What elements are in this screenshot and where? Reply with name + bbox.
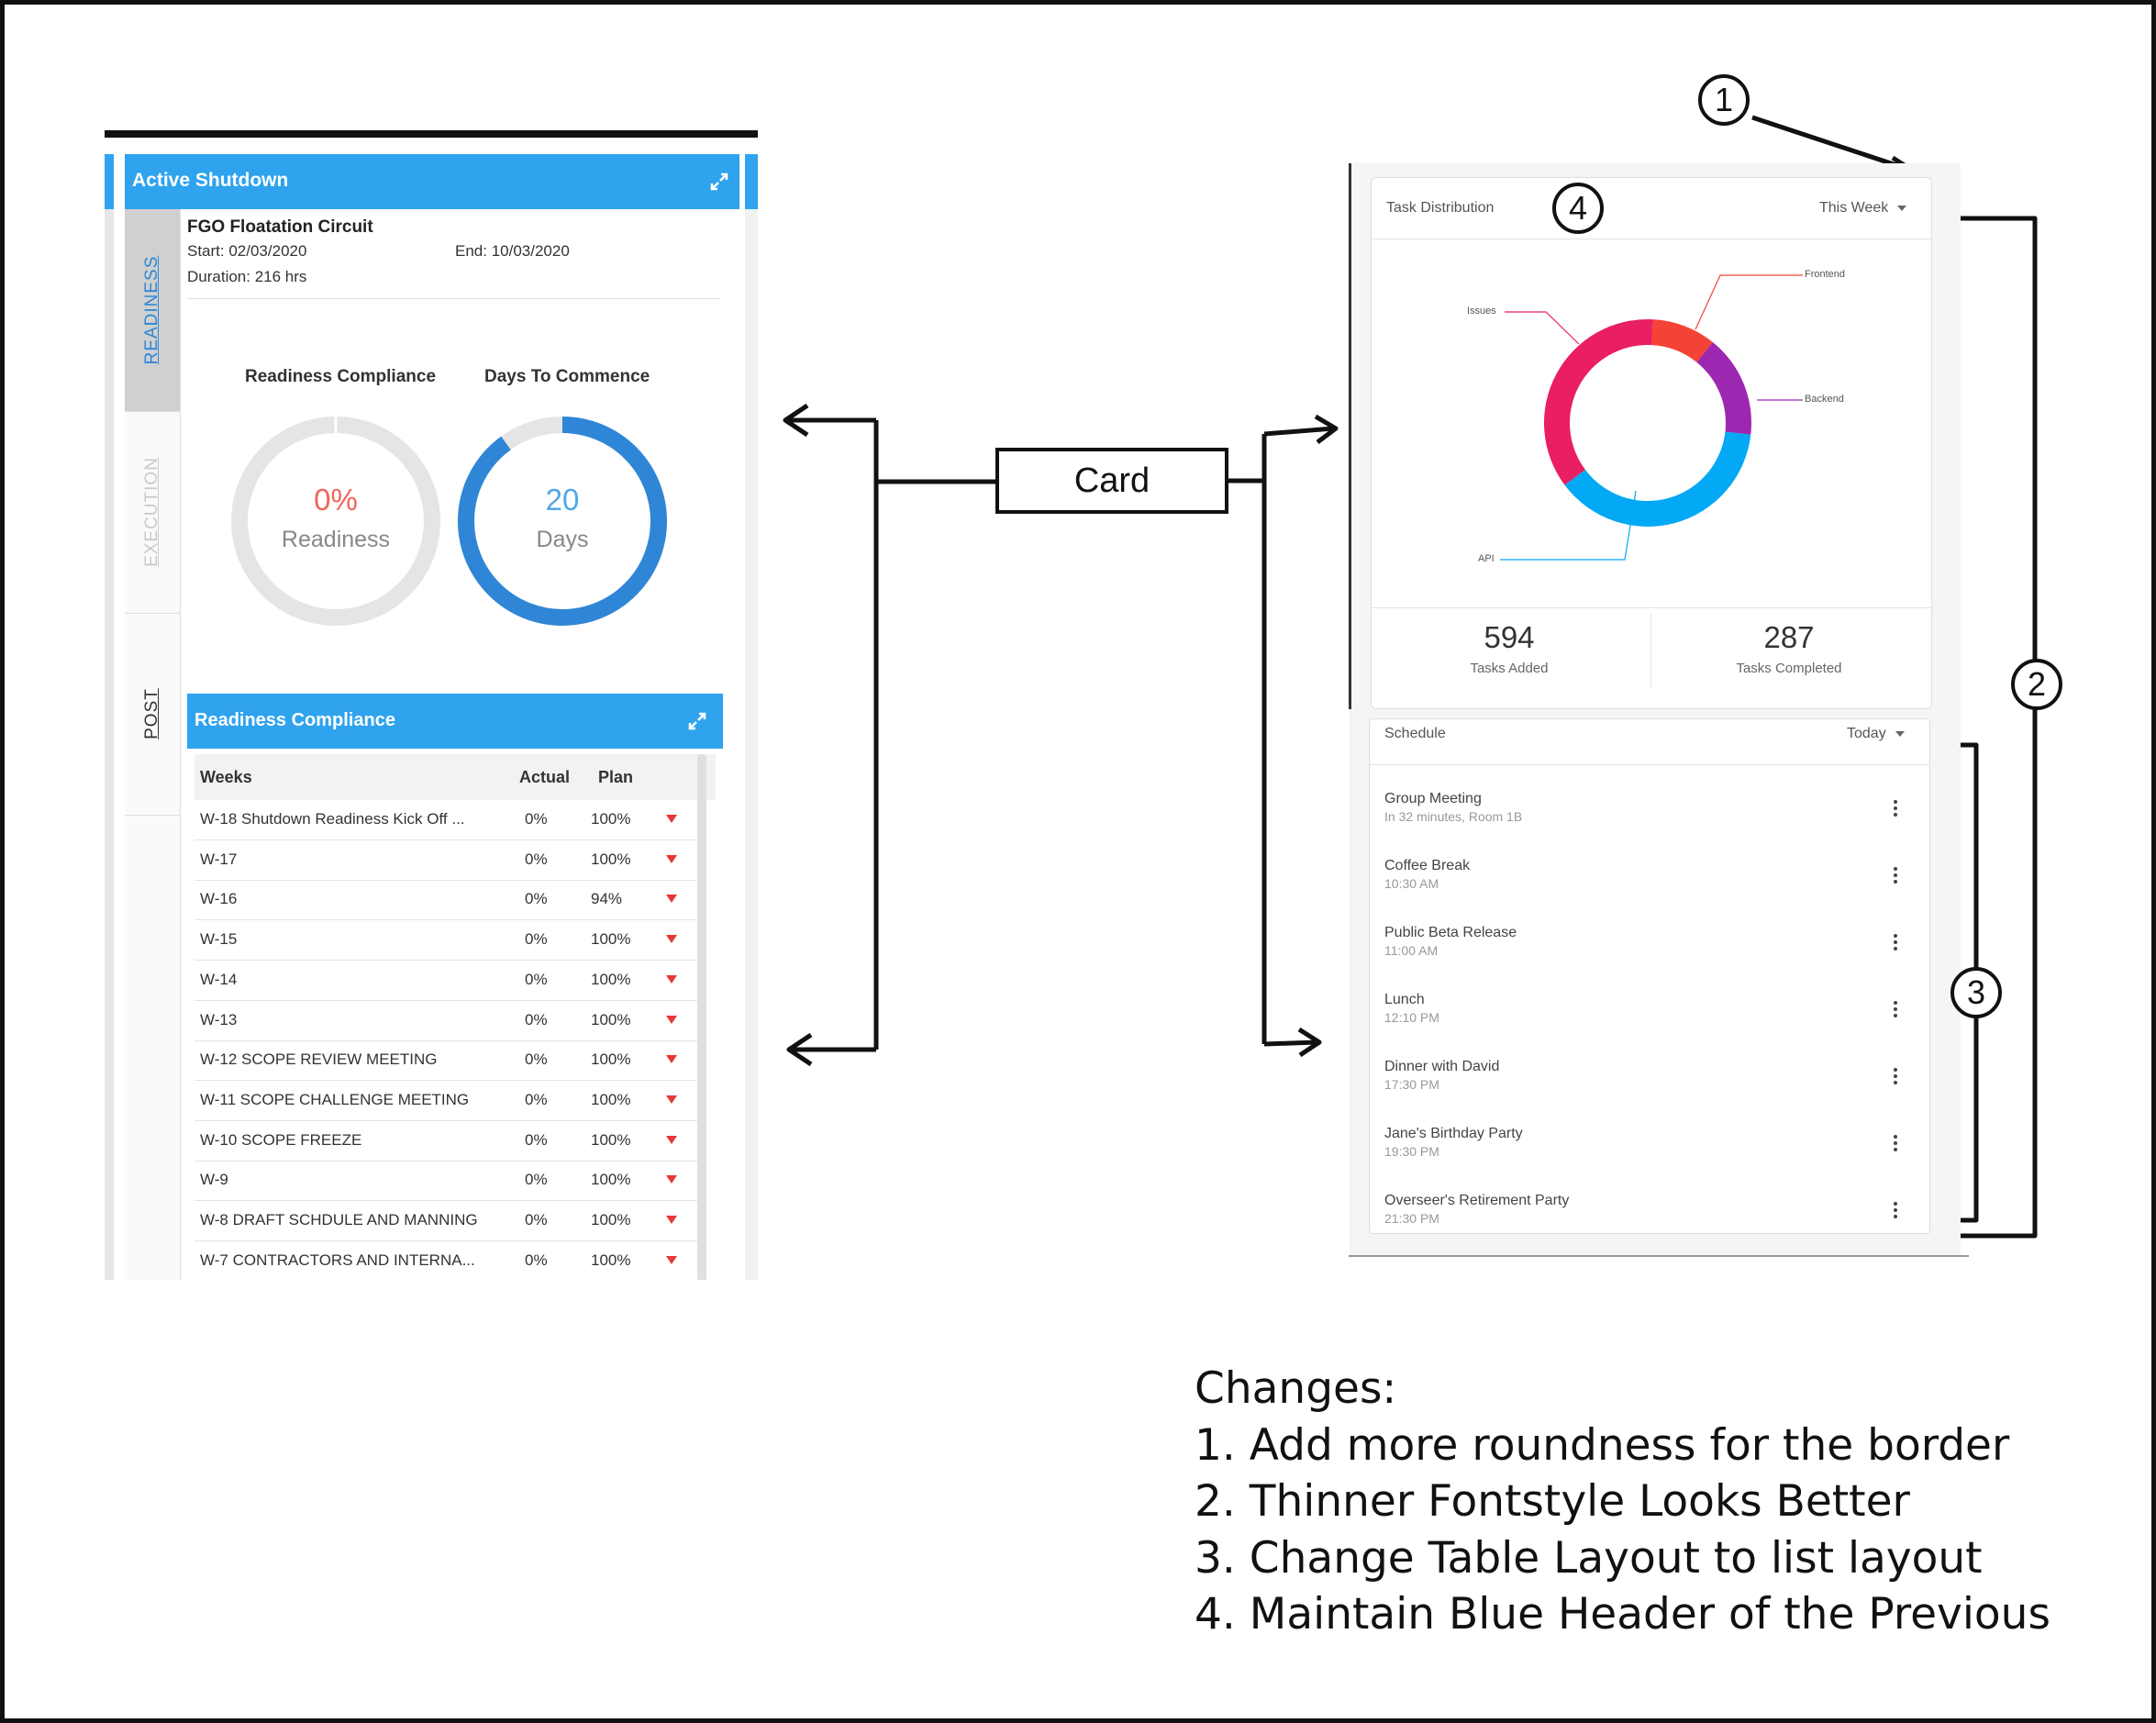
more-vert-icon[interactable]: [1894, 800, 1897, 818]
schedule-period-label: Today: [1847, 726, 1886, 741]
card-label: Card: [1073, 461, 1150, 500]
screenshot-edge: [1349, 163, 1351, 709]
schedule-item-time: 10:30 AM: [1384, 876, 1439, 891]
more-vert-icon[interactable]: [1894, 934, 1897, 952]
schedule-item-time: In 32 minutes, Room 1B: [1384, 809, 1523, 824]
schedule-item-title: Group Meeting: [1384, 791, 1482, 806]
donut-slice-backend: [1696, 342, 1751, 435]
card-label-box: Card: [995, 448, 1228, 514]
schedule-list-item[interactable]: Jane's Birthday Party 19:30 PM: [1384, 1126, 1917, 1190]
chevron-down-icon: [1897, 205, 1907, 211]
change-item: 1. Add more roundness for the border: [1195, 1419, 2010, 1471]
donut-label-api: API: [1478, 553, 1495, 564]
change-item: 3. Change Table Layout to list layout: [1195, 1532, 1983, 1584]
annotation-number-2: 2: [2011, 659, 2062, 710]
annotation-number-1: 1: [1698, 74, 1750, 126]
schedule-item-time: 12:10 PM: [1384, 1010, 1439, 1025]
issues-leader-line: [1505, 311, 1580, 345]
schedule-item-title: Lunch: [1384, 992, 1425, 1007]
schedule-list-item[interactable]: Group Meeting In 32 minutes, Room 1B: [1384, 791, 1917, 855]
more-vert-icon[interactable]: [1894, 1001, 1897, 1019]
schedule-item-time: 11:00 AM: [1384, 943, 1439, 958]
donut-label-frontend: Frontend: [1805, 269, 1846, 280]
annotation-number-3: 3: [1950, 967, 2002, 1018]
annotation-number-4: 4: [1552, 183, 1604, 234]
tasks-added-value: 594: [1484, 620, 1535, 654]
schedule-item-title: Public Beta Release: [1384, 925, 1517, 940]
schedule-list-item[interactable]: Public Beta Release 11:00 AM: [1384, 925, 1917, 989]
donut-label-issues: Issues: [1467, 306, 1496, 317]
changes-title: Changes:: [1195, 1363, 1397, 1414]
tasks-completed-label: Tasks Completed: [1736, 661, 1842, 676]
change-item: 4. Maintain Blue Header of the Previous: [1195, 1589, 2050, 1640]
schedule-list-item[interactable]: Coffee Break 10:30 AM: [1384, 858, 1917, 922]
more-vert-icon[interactable]: [1894, 867, 1897, 885]
chevron-down-icon: [1895, 730, 1905, 737]
period-select-label: This Week: [1819, 200, 1889, 216]
task-card-title: Task Distribution: [1386, 200, 1495, 216]
schedule-title: Schedule: [1384, 726, 1446, 741]
card-divider: [1370, 764, 1929, 765]
schedule-item-time: 17:30 PM: [1384, 1077, 1439, 1092]
tasks-added-label: Tasks Added: [1470, 661, 1549, 676]
schedule-item-time: 21:30 PM: [1384, 1211, 1439, 1226]
more-vert-icon[interactable]: [1894, 1068, 1897, 1086]
schedule-item-title: Dinner with David: [1384, 1059, 1500, 1074]
schedule-item-title: Jane's Birthday Party: [1384, 1126, 1523, 1141]
tasks-completed-value: 287: [1763, 620, 1815, 654]
changes-notes: Changes: 1. Add more roundness for the b…: [1195, 1361, 2050, 1643]
more-vert-icon[interactable]: [1894, 1135, 1897, 1153]
schedule-list-item[interactable]: Overseer's Retirement Party 21:30 PM: [1384, 1193, 1917, 1257]
schedule-list-item[interactable]: Lunch 12:10 PM: [1384, 992, 1917, 1056]
donut-label-backend: Backend: [1805, 394, 1844, 405]
schedule-card: Schedule Today Group Meeting In 32 minute…: [1369, 718, 1930, 1234]
task-distribution-card: Task Distribution This Week Frontend Bac…: [1371, 177, 1932, 709]
schedule-list-item[interactable]: Dinner with David 17:30 PM: [1384, 1059, 1917, 1123]
task-donut-chart: [1500, 274, 1803, 561]
donut-slice-api: [1564, 431, 1751, 527]
card-divider: [1372, 607, 1931, 608]
schedule-item-title: Overseer's Retirement Party: [1384, 1193, 1570, 1208]
schedule-item-title: Coffee Break: [1384, 858, 1471, 873]
schedule-item-time: 19:30 PM: [1384, 1144, 1439, 1159]
frontend-leader-line: [1695, 274, 1803, 330]
period-select[interactable]: This Week: [1819, 200, 1907, 217]
donut-slice-issues: [1544, 319, 1653, 485]
schedule-period-select[interactable]: Today: [1847, 726, 1905, 742]
change-item: 2. Thinner Fontstyle Looks Better: [1195, 1476, 1910, 1527]
more-vert-icon[interactable]: [1894, 1202, 1897, 1220]
